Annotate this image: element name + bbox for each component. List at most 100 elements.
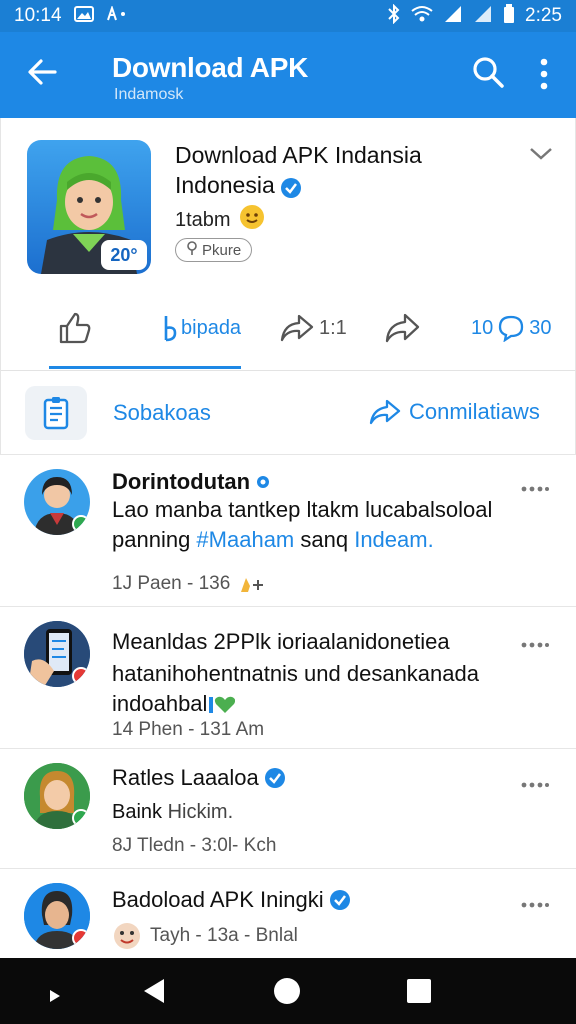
app-size: 1tabm [175,204,265,236]
nav-back-button[interactable] [140,976,170,1006]
search-button[interactable] [470,54,506,90]
post-meta: 14 Phen - 131 Am [112,719,264,741]
post-text-segment: panning [112,527,197,552]
more-horizontal-icon [521,642,549,648]
post-author[interactable]: Meanldas 2PPlk ioriaalanidonetiea [112,629,450,655]
document-button[interactable] [25,386,87,440]
app-name: Download APK Indansia [175,142,422,168]
share-icon [369,399,401,425]
back-arrow-icon [28,59,57,85]
expand-button[interactable] [527,144,555,164]
avatar[interactable] [24,763,90,829]
post-text-line: indoahbal [112,689,532,719]
share-link-label: Conmilatiaws [409,399,540,424]
share-link-button[interactable]: Conmilatiaws [369,398,540,426]
document-label[interactable]: Sobakoas [113,400,211,426]
status-bar: 10:14 2:25 [0,0,576,32]
signal-icon [443,5,463,28]
app-developer[interactable]: Indonesia [175,170,301,200]
face-emoji-icon [114,923,140,949]
back-triangle-icon [144,979,164,1003]
status-dot [72,809,90,827]
post-meta: Tayh - 13a - Bnlal [112,921,298,951]
post-4[interactable]: Badoload APK Iningki Tayh - 13a - Bnlal [0,868,576,958]
post-text: Lao manba tantkep ltakm lucabalsoloal pa… [112,495,532,555]
comments-count-2: 30 [529,316,552,339]
post-timestamp: 14 Phen - 131 Am [112,719,265,740]
tab-bipada[interactable]: bipada [163,288,241,368]
page-title: Download APK [112,52,309,83]
nav-menu-button[interactable] [42,976,72,1006]
nav-recents-button[interactable] [404,976,434,1006]
comments-button[interactable]: 10 30 [471,288,552,368]
document-icon [43,397,69,430]
page-subtitle: Indamosk [114,86,184,103]
status-clock: 2:25 [525,5,562,26]
post-text-segment: sanq [294,527,355,552]
active-tab-indicator [49,366,241,369]
developer-name: Indonesia [175,172,275,198]
bluetooth-icon [387,3,401,29]
author-name: Meanldas 2PPlk ioriaalanidonetiea [112,629,450,654]
comments-count: 10 [471,316,494,339]
hashtag-link[interactable]: #Maaham [196,527,294,552]
clap-emoji-icon [241,578,264,592]
post-3[interactable]: Ratles Laaaloa Baink Hickim. 8J Tledn - … [0,748,576,868]
chevron-down-icon [530,148,552,160]
post-overflow-button[interactable] [520,897,550,908]
mention-link[interactable]: Indeam. [354,527,434,552]
wifi-icon [411,5,433,28]
app-chip[interactable]: Pkure [175,238,253,262]
post-text-line: hatanihohentnatnis und desankanada [112,661,479,686]
post-overflow-button[interactable] [520,637,550,648]
share-button[interactable]: 1:1 [279,288,347,368]
avatar[interactable] [24,469,90,535]
author-name: Dorintodutan [112,469,251,494]
app-card: 20° Download APK Indansia Indonesia 1tab… [0,118,576,454]
post-author[interactable]: Dorintodutan [112,469,270,495]
verified-dot-icon [257,476,270,488]
app-icon-badge: 20° [101,240,147,270]
image-notification-icon [73,5,94,27]
author-name: Ratles Laaaloa [112,765,259,790]
signal-icon-2 [473,5,493,28]
post-text-segment: indoahbal [112,691,208,716]
more-vertical-icon [540,58,548,90]
post-author[interactable]: Badoload APK Iningki [112,887,350,913]
post-text-line: panning #Maaham sanq Indeam. [112,525,532,555]
post-overflow-button[interactable] [520,777,550,788]
post-author[interactable]: Ratles Laaaloa [112,765,285,791]
more-horizontal-icon [521,486,549,492]
back-button[interactable] [22,52,62,92]
avatar[interactable] [24,621,90,687]
share-count: 1:1 [319,316,347,339]
post-2[interactable]: Meanldas 2PPlk ioriaalanidonetiea hatani… [0,606,576,748]
status-dot [72,667,90,685]
overflow-menu-button[interactable] [530,54,558,94]
forward-button[interactable] [383,288,421,368]
forward-icon [385,313,420,343]
more-horizontal-icon [521,782,549,788]
tools-row: Sobakoas Conmilatiaws [1,384,576,444]
nav-home-button[interactable] [272,976,302,1006]
like-button[interactable] [57,288,93,368]
app-bar: Download APK Indamosk [0,32,576,118]
search-icon [473,57,504,88]
verified-icon [280,175,301,198]
post-timestamp: 1J Paen - 136 [112,573,231,594]
post-overflow-button[interactable] [520,481,550,492]
avatar[interactable] [24,883,90,949]
app-icon[interactable]: 20° [27,140,151,274]
comment-bubble-icon [499,315,524,342]
status-time: 10:14 [14,5,62,26]
chip-label: Pkure [202,241,242,259]
tab-label: bipada [181,316,242,339]
post-meta: 1J Paen - 136 [112,573,268,595]
smile-emoji-icon [239,204,265,236]
status-dot [72,515,90,533]
screen: 10:14 2:25 Download APK Indamosk 20° Dow… [0,0,576,1024]
divider [1,370,576,371]
thumbs-up-icon [59,312,91,344]
post-1[interactable]: Dorintodutan Lao manba tantkep ltakm luc… [0,454,576,606]
post-meta: 8J Tledn - 3:0l- Kch [112,835,276,857]
